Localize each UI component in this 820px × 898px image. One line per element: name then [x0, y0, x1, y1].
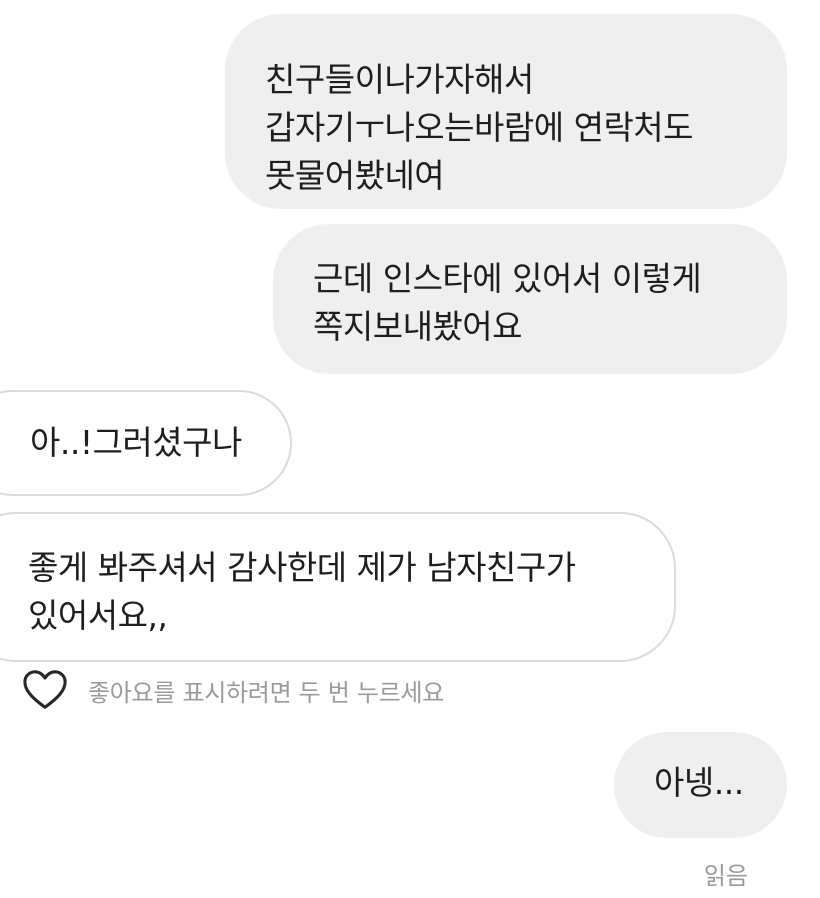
- incoming-message-bubble[interactable]: 아..!그러셨구나: [0, 390, 292, 496]
- incoming-message-bubble[interactable]: 좋게 봐주셔서 감사한데 제가 남자친구가 있어서요,,: [0, 512, 676, 662]
- like-hint-row: 좋아요를 표시하려면 두 번 누르세요: [22, 668, 444, 712]
- outgoing-message-bubble[interactable]: 아넹...: [614, 732, 787, 838]
- like-hint-text: 좋아요를 표시하려면 두 번 누르세요: [88, 678, 445, 707]
- heart-outline-icon[interactable]: [22, 668, 68, 712]
- outgoing-message-bubble[interactable]: 친구들이나가자해서 갑자기ㅜ나오는바람에 연락처도 못물어봤네여: [225, 14, 787, 209]
- read-receipt: 읽음: [703, 862, 748, 890]
- outgoing-message-bubble[interactable]: 근데 인스타에 있어서 이렇게 쪽지보내봤어요: [273, 224, 787, 374]
